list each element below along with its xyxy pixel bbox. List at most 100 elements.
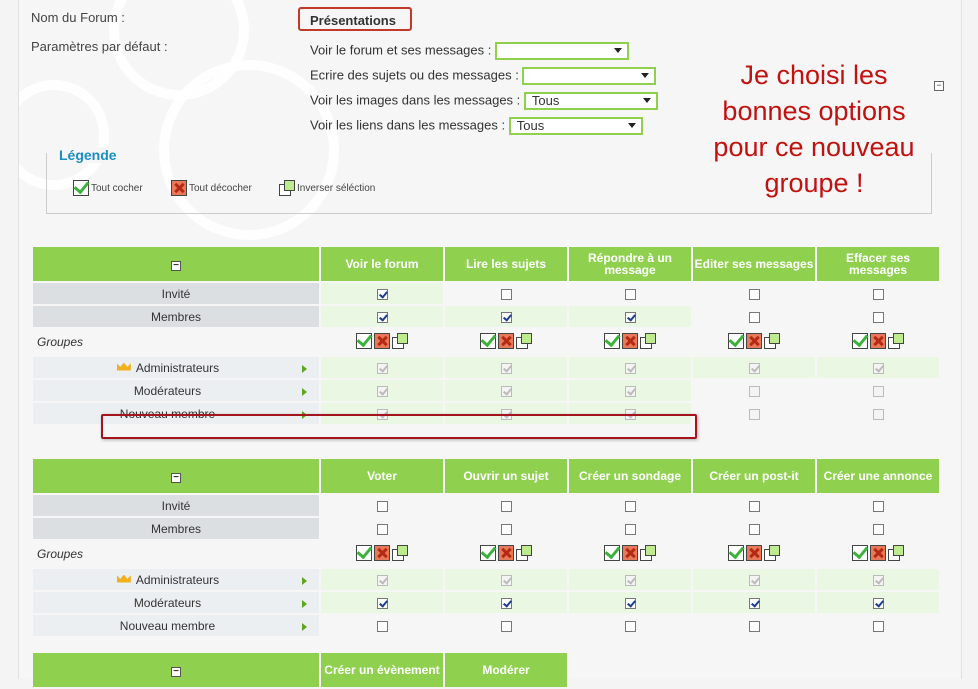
permission-checkbox[interactable] [500, 501, 512, 513]
permission-checkbox [872, 386, 884, 398]
row-label-invite: Invité [33, 283, 319, 304]
invert-selection-icon[interactable] [640, 332, 656, 349]
permission-checkbox[interactable] [376, 501, 388, 513]
uncheck-all-icon[interactable] [870, 332, 886, 349]
group-toggle-icons [480, 332, 532, 349]
uncheck-all-icon[interactable] [622, 544, 638, 561]
permission-checkbox[interactable] [376, 621, 388, 633]
invert-selection-icon[interactable] [764, 332, 780, 349]
permission-checkbox[interactable] [872, 621, 884, 633]
permission-checkbox[interactable] [624, 501, 636, 513]
permission-column-header: Répondre à un message [569, 247, 691, 281]
permission-checkbox [500, 575, 512, 587]
option-write-select[interactable] [522, 67, 657, 85]
arrow-right-icon[interactable] [302, 599, 307, 608]
arrow-right-icon[interactable] [302, 576, 307, 585]
collapse-icon[interactable]: − [171, 472, 181, 483]
invert-selection-icon[interactable] [392, 332, 408, 349]
permission-checkbox[interactable] [624, 524, 636, 536]
option-images-select[interactable]: Tous [523, 92, 658, 110]
invert-selection-icon[interactable] [516, 544, 532, 561]
check-all-icon[interactable] [356, 544, 372, 561]
permission-checkbox[interactable] [748, 501, 760, 513]
row-label-mods[interactable]: Modérateurs [33, 592, 319, 613]
invert-selection-icon[interactable] [640, 544, 656, 561]
table-collapse-header[interactable]: − [33, 459, 319, 493]
forum-name-value: Présentations [298, 7, 412, 31]
uncheck-all-icon[interactable] [870, 544, 886, 561]
permission-checkbox[interactable] [748, 524, 760, 536]
table-collapse-header[interactable]: − [33, 653, 319, 687]
uncheck-all-icon[interactable] [498, 332, 514, 349]
check-all-icon[interactable] [356, 332, 372, 349]
row-label-mods[interactable]: Modérateurs [33, 380, 319, 401]
uncheck-all-icon[interactable] [746, 544, 762, 561]
uncheck-all-icon[interactable] [374, 544, 390, 561]
collapse-icon[interactable]: − [934, 81, 944, 91]
permission-checkbox[interactable] [500, 312, 512, 324]
invert-selection-icon[interactable] [392, 544, 408, 561]
row-label-text: Modérateurs [133, 383, 202, 398]
permission-checkbox[interactable] [872, 598, 884, 610]
table-row: Nouveau membre [33, 615, 939, 636]
permission-checkbox[interactable] [500, 289, 512, 301]
uncheck-all-icon[interactable] [498, 544, 514, 561]
invert-selection-icon[interactable] [888, 332, 904, 349]
invert-selection-icon[interactable] [888, 544, 904, 561]
permission-checkbox[interactable] [872, 501, 884, 513]
permission-checkbox[interactable] [376, 289, 388, 301]
table-row: Groupes [33, 541, 939, 567]
permission-checkbox[interactable] [500, 621, 512, 633]
permission-checkbox[interactable] [624, 312, 636, 324]
permission-checkbox[interactable] [500, 524, 512, 536]
permission-column-header: Créer une annonce [817, 459, 939, 493]
invert-selection-icon[interactable] [516, 332, 532, 349]
permission-checkbox[interactable] [500, 598, 512, 610]
check-all-icon[interactable] [604, 544, 620, 561]
uncheck-all-icon[interactable] [374, 332, 390, 349]
check-all-icon[interactable] [728, 544, 744, 561]
option-links-select[interactable]: Tous [508, 117, 643, 135]
permission-checkbox [376, 386, 388, 398]
row-label-admins[interactable]: Administrateurs [33, 357, 319, 378]
permission-checkbox[interactable] [872, 312, 884, 324]
permission-checkbox [624, 363, 636, 375]
option-write-label: Ecrire des sujets ou des messages : [310, 67, 519, 83]
arrow-right-icon[interactable] [302, 364, 307, 373]
check-all-icon[interactable] [480, 332, 496, 349]
option-view-select[interactable] [494, 42, 629, 60]
permission-checkbox[interactable] [748, 289, 760, 301]
check-all-icon[interactable] [480, 544, 496, 561]
permission-checkbox[interactable] [748, 621, 760, 633]
permission-checkbox[interactable] [624, 598, 636, 610]
collapse-icon[interactable]: − [171, 260, 181, 271]
arrow-right-icon[interactable] [302, 387, 307, 396]
permission-checkbox[interactable] [376, 598, 388, 610]
check-all-icon[interactable] [604, 332, 620, 349]
permission-column-header: Créer un évènement [321, 653, 443, 687]
permission-checkbox[interactable] [624, 621, 636, 633]
check-all-icon[interactable] [852, 544, 868, 561]
permission-checkbox[interactable] [872, 289, 884, 301]
permission-checkbox[interactable] [376, 524, 388, 536]
permissions-table-3: − Créer un évènement Modérer [31, 651, 569, 689]
check-all-icon[interactable] [728, 332, 744, 349]
invert-selection-icon [279, 180, 295, 196]
row-label-admins[interactable]: Administrateurs [33, 569, 319, 590]
permission-checkbox[interactable] [872, 524, 884, 536]
row-label-text: Invité [161, 498, 191, 513]
permission-checkbox[interactable] [748, 598, 760, 610]
check-all-icon[interactable] [852, 332, 868, 349]
permission-checkbox[interactable] [624, 289, 636, 301]
uncheck-all-icon[interactable] [746, 332, 762, 349]
uncheck-all-icon[interactable] [622, 332, 638, 349]
collapse-icon[interactable]: − [171, 666, 181, 677]
permission-checkbox[interactable] [376, 312, 388, 324]
permission-column-header: Ouvrir un sujet [445, 459, 567, 493]
arrow-right-icon[interactable] [302, 622, 307, 631]
table-row: Groupes [33, 329, 939, 355]
permission-checkbox[interactable] [748, 312, 760, 324]
table-collapse-header[interactable]: − [33, 247, 319, 281]
invert-selection-icon[interactable] [764, 544, 780, 561]
row-label-nouveau[interactable]: Nouveau membre [33, 615, 319, 636]
